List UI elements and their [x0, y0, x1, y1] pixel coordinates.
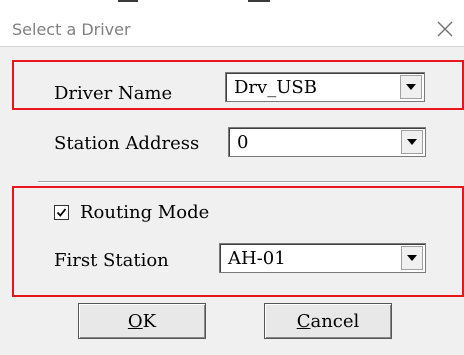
driver-name-value: Drv_USB	[234, 77, 317, 98]
close-icon	[437, 21, 453, 37]
separator	[38, 181, 440, 183]
dropdown-arrow-button[interactable]	[401, 130, 423, 154]
checkmark-icon	[56, 208, 67, 217]
dialog-title: Select a Driver	[12, 20, 131, 39]
title-bar: Select a Driver	[0, 0, 464, 47]
station-address-label: Station Address	[54, 133, 200, 154]
station-address-value: 0	[237, 132, 249, 153]
chevron-down-icon	[406, 84, 416, 90]
driver-name-label: Driver Name	[54, 83, 173, 104]
cancel-label: ancel	[310, 310, 360, 332]
chevron-down-icon	[407, 139, 417, 145]
routing-mode-label[interactable]: Routing Mode	[80, 203, 209, 223]
dropdown-arrow-button[interactable]	[400, 75, 422, 99]
first-station-label: First Station	[54, 250, 169, 271]
cancel-button[interactable]: Cancel	[264, 303, 392, 339]
station-address-dropdown[interactable]: 0	[228, 127, 426, 157]
window-edge	[118, 0, 138, 2]
ok-button[interactable]: OK	[78, 303, 206, 339]
chevron-down-icon	[407, 255, 417, 261]
cancel-mnemonic: C	[296, 310, 311, 332]
first-station-value: AH-01	[228, 248, 286, 269]
dropdown-arrow-button[interactable]	[401, 246, 423, 270]
driver-name-dropdown[interactable]: Drv_USB	[225, 72, 425, 102]
first-station-dropdown[interactable]: AH-01	[219, 243, 426, 273]
routing-mode-checkbox[interactable]	[54, 205, 69, 220]
window-edge	[248, 0, 270, 2]
ok-label: K	[142, 310, 157, 332]
ok-mnemonic: O	[127, 310, 143, 332]
close-button[interactable]	[430, 14, 460, 44]
